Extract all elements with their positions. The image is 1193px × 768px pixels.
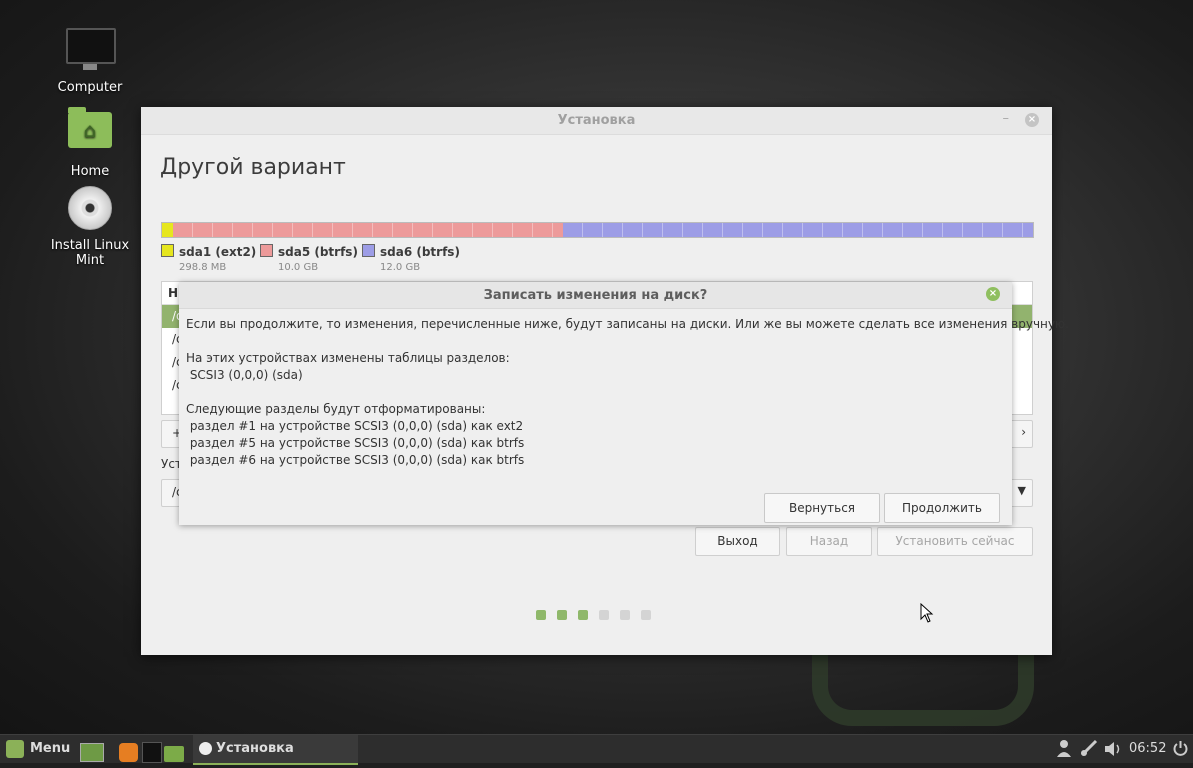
go-back-button[interactable]: Вернуться: [764, 493, 880, 523]
chevron-right-icon: ›: [1021, 425, 1026, 439]
home-folder-icon: ⌂: [66, 107, 114, 160]
page-title: Другой вариант: [160, 155, 346, 180]
terminal-icon[interactable]: [142, 739, 162, 763]
legend-name: sda6 (btrfs): [380, 245, 460, 259]
desktop-icon-install-linux-mint[interactable]: Install Linux Mint: [35, 184, 145, 268]
window-title: Установка: [557, 113, 636, 128]
legend-name: sda1 (ext2): [179, 245, 257, 259]
continue-button[interactable]: Продолжить: [884, 493, 1000, 523]
format-heading: Следующие разделы будут отформатированы:: [186, 402, 486, 416]
task-label: Установка: [216, 741, 294, 756]
desktop-icon-home[interactable]: ⌂ Home: [35, 104, 145, 179]
progress-dot: [557, 610, 567, 620]
show-desktop-icon[interactable]: [80, 739, 104, 762]
menu-button[interactable]: Menu: [6, 735, 70, 763]
legend-swatch: [161, 244, 174, 257]
progress-dot: [641, 610, 651, 620]
legend-swatch: [362, 244, 375, 257]
install-now-button[interactable]: Установить сейчас: [877, 527, 1033, 556]
user-icon[interactable]: [1056, 739, 1072, 767]
mouse-cursor-icon: [920, 603, 934, 623]
clock[interactable]: 06:52: [1129, 735, 1166, 763]
legend-size: 12.0 GB: [380, 262, 421, 273]
legend-item-sda5: sda5 (btrfs) 10.0 GB: [260, 244, 358, 273]
format-item: раздел #1 на устройстве SCSI3 (0,0,0) (s…: [186, 419, 524, 433]
dialog-title: Записать изменения на диск?: [483, 288, 708, 303]
back-button[interactable]: Назад: [786, 527, 872, 556]
quit-button[interactable]: Выход: [695, 527, 780, 556]
legend-swatch: [260, 244, 273, 257]
format-item: раздел #5 на устройстве SCSI3 (0,0,0) (s…: [186, 436, 525, 450]
dialog-intro: Если вы продолжите, то изменения, перечи…: [186, 317, 1069, 331]
desktop-icon-label: Computer: [57, 80, 123, 95]
dropdown-arrow-icon: ▼: [1017, 484, 1026, 497]
computer-icon: [66, 28, 116, 76]
legend-size: 298.8 MB: [179, 262, 227, 273]
format-item: раздел #6 на устройстве SCSI3 (0,0,0) (s…: [186, 453, 525, 467]
legend-item-sda1: sda1 (ext2) 298.8 MB: [161, 244, 256, 273]
minimize-button[interactable]: –: [1003, 111, 1010, 126]
confirm-dialog: Записать изменения на диск? × Если вы пр…: [179, 282, 1069, 525]
legend-item-sda6: sda6 (btrfs) 12.0 GB: [362, 244, 460, 273]
progress-dot: [578, 610, 588, 620]
legend-name: sda5 (btrfs): [278, 245, 358, 259]
partition-segment-3: [562, 223, 1033, 237]
volume-icon[interactable]: [1104, 740, 1122, 768]
dialog-titlebar[interactable]: Записать изменения на диск? ×: [179, 282, 1012, 309]
firefox-icon[interactable]: [119, 739, 138, 762]
partition-segment-2: [173, 223, 563, 237]
progress-dots: [536, 610, 651, 620]
tables-device: SCSI3 (0,0,0) (sda): [186, 368, 303, 382]
legend-size: 10.0 GB: [278, 262, 319, 273]
disc-icon: [66, 186, 114, 234]
network-icon[interactable]: [1080, 739, 1098, 767]
menu-label: Menu: [30, 741, 71, 756]
taskbar-task-installer[interactable]: Установка: [193, 735, 358, 765]
progress-dot: [599, 610, 609, 620]
window-titlebar[interactable]: Установка – ×: [141, 107, 1052, 135]
files-folder-icon[interactable]: [164, 740, 184, 762]
disc-icon: [199, 742, 212, 755]
desktop-icon-label: Home: [70, 164, 110, 179]
desktop-icon-label: Install Linux Mint: [50, 238, 130, 268]
desktop: Computer ⌂ Home Install Linux Mint Устан…: [0, 0, 1193, 734]
progress-dot: [620, 610, 630, 620]
tables-heading: На этих устройствах изменены таблицы раз…: [186, 351, 510, 365]
dialog-close-button[interactable]: ×: [986, 287, 1000, 301]
desktop-icon-computer[interactable]: Computer: [35, 24, 145, 95]
progress-dot: [536, 610, 546, 620]
close-button[interactable]: ×: [1025, 113, 1039, 127]
partition-bar: [161, 222, 1034, 238]
taskbar: Menu Установка 06:52: [0, 734, 1193, 765]
partition-segment-1: [162, 223, 174, 237]
power-icon[interactable]: [1172, 740, 1189, 768]
mint-logo-icon: [6, 739, 24, 758]
